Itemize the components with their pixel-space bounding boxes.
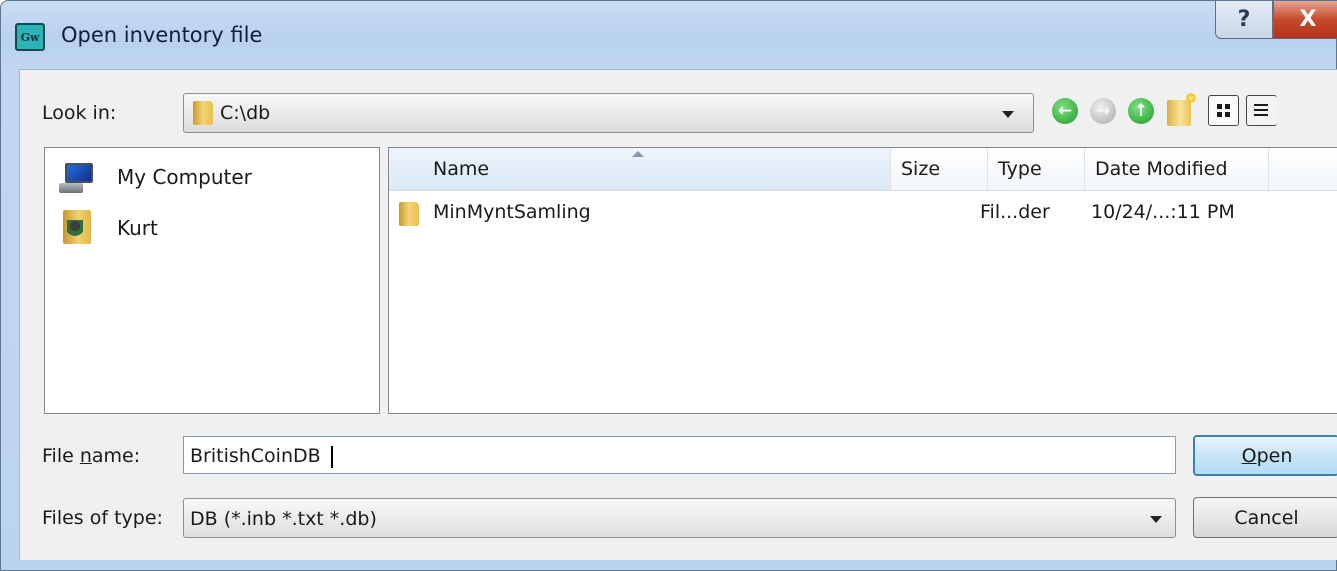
close-button[interactable]: X xyxy=(1273,1,1337,39)
file-name-cell: MinMyntSamling xyxy=(433,201,591,223)
forward-icon[interactable]: → xyxy=(1090,98,1116,124)
file-name-input[interactable]: BritishCoinDB xyxy=(183,436,1176,474)
help-icon: ? xyxy=(1237,7,1251,32)
new-folder-icon[interactable] xyxy=(1167,93,1196,126)
computer-icon xyxy=(59,163,95,193)
file-type-value: DB (*.inb *.txt *.db) xyxy=(190,508,377,530)
column-header-row: Name Size Type Date Modified xyxy=(389,148,1337,191)
place-my-computer[interactable]: My Computer xyxy=(45,155,379,197)
file-list[interactable]: Name Size Type Date Modified MinMyntSaml… xyxy=(388,147,1337,414)
place-kurt[interactable]: Kurt xyxy=(45,206,379,248)
back-icon[interactable]: ← xyxy=(1052,98,1078,124)
file-date-cell: 10/24/...:11 PM xyxy=(1091,201,1235,223)
user-folder-icon xyxy=(63,210,91,244)
up-one-level-icon[interactable]: ↑ xyxy=(1128,98,1154,124)
dialog-title: Open inventory file xyxy=(61,23,263,47)
title-bar[interactable]: Gw Open inventory file ? X xyxy=(1,1,1337,71)
view-list-icon[interactable] xyxy=(1208,95,1239,126)
view-details-icon[interactable] xyxy=(1246,95,1277,126)
file-name-value: BritishCoinDB xyxy=(190,445,333,468)
place-label: Kurt xyxy=(117,216,158,240)
open-file-dialog: Gw Open inventory file ? X Look in: C:\d… xyxy=(0,0,1337,571)
look-in-label: Look in: xyxy=(42,102,117,124)
folder-icon xyxy=(193,101,213,125)
file-type-cell: Fil...der xyxy=(980,201,1050,223)
help-button[interactable]: ? xyxy=(1215,1,1273,39)
column-header-date-modified[interactable]: Date Modified xyxy=(1085,148,1269,190)
look-in-value: C:\db xyxy=(220,102,271,124)
cancel-button[interactable]: Cancel xyxy=(1193,497,1337,538)
column-header-size[interactable]: Size xyxy=(891,148,988,190)
place-label: My Computer xyxy=(117,165,252,189)
close-icon: X xyxy=(1299,7,1317,32)
chevron-down-icon[interactable] xyxy=(1150,516,1162,523)
folder-icon xyxy=(399,202,419,226)
file-name-label: File name: xyxy=(42,445,141,467)
chevron-down-icon[interactable] xyxy=(1002,111,1014,118)
file-row[interactable]: MinMyntSamling Fil...der 10/24/...:11 PM xyxy=(389,193,1337,233)
file-type-label: Files of type: xyxy=(42,507,163,529)
text-caret xyxy=(330,445,333,468)
look-in-combo[interactable]: C:\db xyxy=(183,93,1034,133)
column-header-name[interactable]: Name xyxy=(389,148,891,190)
app-icon: Gw xyxy=(15,23,45,51)
file-type-combo[interactable]: DB (*.inb *.txt *.db) xyxy=(183,498,1176,538)
open-button[interactable]: Open xyxy=(1193,435,1337,476)
sort-ascending-icon xyxy=(632,151,644,157)
places-panel: My Computer Kurt xyxy=(44,147,380,414)
dialog-body: Look in: C:\db ← → ↑ My Computer Kurt Na… xyxy=(19,69,1337,560)
column-header-type[interactable]: Type xyxy=(988,148,1085,190)
